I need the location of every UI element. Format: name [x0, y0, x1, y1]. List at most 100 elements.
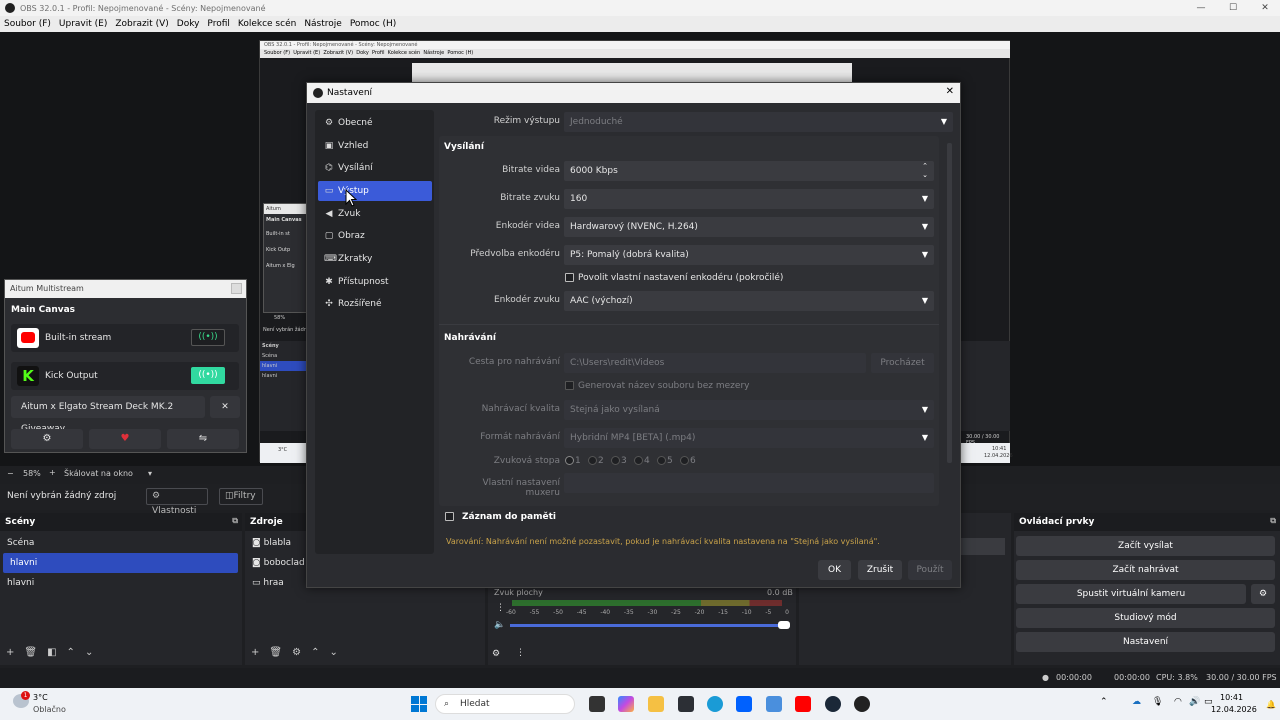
apply-button[interactable]: Použít: [908, 560, 952, 580]
replay-buffer-checkbox[interactable]: [445, 512, 454, 521]
volume-slider[interactable]: [510, 624, 790, 627]
notifications-icon[interactable]: 🔔: [1266, 700, 1276, 709]
settings-scrollbar[interactable]: [947, 143, 952, 463]
menu-file[interactable]: Soubor (F): [0, 19, 55, 29]
nav-output[interactable]: ▭ Výstup: [318, 181, 432, 201]
start-virtual-camera-button[interactable]: Spustit virtuální kameru: [1016, 584, 1246, 604]
chevron-down-icon[interactable]: ⌄: [329, 647, 337, 658]
menu-profile[interactable]: Profil: [203, 19, 233, 29]
clock-date[interactable]: 12.04.2026: [1211, 705, 1257, 714]
menu-help[interactable]: Pomoc (H): [346, 19, 401, 29]
menu-tools[interactable]: Nástroje: [300, 19, 346, 29]
steam-icon[interactable]: [825, 696, 841, 712]
mixer-menu-icon[interactable]: ⋮: [516, 648, 525, 658]
scene-item[interactable]: Scéna: [0, 533, 242, 553]
minimize-button[interactable]: —: [1186, 0, 1216, 16]
add-scene-icon[interactable]: +: [6, 647, 14, 658]
multistream-settings-button[interactable]: ⚙: [11, 429, 83, 449]
output-mode-select[interactable]: Jednoduché ▼: [564, 112, 953, 132]
rec-path-field[interactable]: C:\Users\redit\Videos: [564, 353, 866, 373]
task-view-icon[interactable]: [589, 696, 605, 712]
trash-icon[interactable]: 🗑: [24, 647, 37, 658]
gear-icon[interactable]: ⚙: [292, 647, 301, 658]
mixer-advanced-icon[interactable]: ⚙: [492, 649, 500, 659]
settings-close-button[interactable]: ✕: [946, 86, 954, 97]
taskbar-search[interactable]: ⌕ Hledat: [435, 694, 575, 714]
giveaway-output-button[interactable]: Aitum x Elgato Stream Deck MK.2 Giveaway: [11, 396, 205, 434]
ok-button[interactable]: OK: [818, 560, 851, 580]
encoder-preset-select[interactable]: P5: Pomalý (dobrá kvalita) ▼: [564, 245, 934, 265]
audio-bitrate-select[interactable]: 160 ▼: [564, 189, 934, 209]
trash-icon[interactable]: 🗑: [269, 647, 282, 658]
nav-advanced[interactable]: ✣ Rozšířené: [318, 294, 432, 314]
nav-accessibility[interactable]: ✱ Přístupnost: [318, 272, 432, 292]
microphone-icon[interactable]: 🎙: [1152, 697, 1163, 707]
file-explorer-icon[interactable]: [648, 696, 664, 712]
nav-video[interactable]: ▢ Obraz: [318, 226, 432, 246]
no-space-filename-checkbox[interactable]: [565, 381, 574, 390]
transition-select[interactable]: [959, 538, 1005, 555]
copilot-icon[interactable]: [618, 696, 634, 712]
store-icon[interactable]: [678, 696, 694, 712]
chevron-up-icon[interactable]: ⌃: [311, 647, 319, 658]
studio-mode-button[interactable]: Studiový mód: [1016, 608, 1275, 628]
close-button[interactable]: ✕: [1250, 0, 1280, 16]
undock-icon[interactable]: ⧉: [1270, 516, 1276, 526]
mail-icon[interactable]: [766, 696, 782, 712]
properties-button[interactable]: ⚙ Vlastnosti: [146, 488, 208, 516]
chevron-up-icon[interactable]: ⌃: [1100, 697, 1108, 707]
filters-button[interactable]: ◫Filtry: [219, 488, 263, 505]
chevron-up-icon[interactable]: ⌃: [67, 647, 75, 658]
track-radio[interactable]: [680, 456, 689, 465]
chevron-down-icon[interactable]: ⌄: [85, 647, 93, 658]
track-radio[interactable]: [611, 456, 620, 465]
nav-stream[interactable]: ⌬ Vysílání: [318, 158, 432, 178]
undock-icon[interactable]: ⧉: [232, 516, 238, 526]
multistream-donate-button[interactable]: ♥: [89, 429, 161, 449]
track-radio[interactable]: [657, 456, 666, 465]
windows-start-icon[interactable]: [411, 696, 427, 712]
track-radio[interactable]: [565, 456, 574, 465]
clock-time[interactable]: 10:41: [1220, 693, 1243, 702]
volume-slider-handle[interactable]: [778, 621, 790, 629]
onedrive-icon[interactable]: ☁: [1132, 697, 1141, 707]
volume-icon[interactable]: 🔊: [1189, 697, 1200, 707]
kick-output-toggle[interactable]: ((•)): [191, 367, 225, 384]
zoom-out-button[interactable]: −: [7, 469, 14, 478]
scene-item-selected[interactable]: hlavni: [3, 553, 238, 573]
multistream-float-button[interactable]: [231, 283, 242, 294]
browse-button[interactable]: Procházet: [871, 353, 934, 373]
nav-appearance[interactable]: ▣ Vzhled: [318, 136, 432, 156]
edge-icon[interactable]: [707, 696, 723, 712]
multistream-share-button[interactable]: ⇋: [167, 429, 239, 449]
builtin-stream-toggle[interactable]: ((•)): [191, 329, 225, 346]
scene-item[interactable]: hlavni: [0, 573, 242, 593]
start-streaming-button[interactable]: Začít vysílat: [1016, 536, 1275, 556]
muxer-field[interactable]: [564, 473, 934, 493]
add-source-icon[interactable]: +: [251, 647, 259, 658]
video-encoder-select[interactable]: Hardwarový (NVENC, H.264) ▼: [564, 217, 934, 237]
wifi-icon[interactable]: ◠: [1174, 697, 1182, 707]
giveaway-close-button[interactable]: ✕: [210, 396, 240, 418]
mixer-menu-icon[interactable]: ⋮: [496, 603, 505, 613]
spin-down-icon[interactable]: ⌄: [922, 165, 928, 185]
obs-taskbar-icon[interactable]: [854, 696, 870, 712]
scale-mode-select[interactable]: Škálovat na okno: [64, 469, 133, 478]
track-radio[interactable]: [634, 456, 643, 465]
filter-icon[interactable]: ◧: [47, 647, 56, 658]
speaker-icon[interactable]: 🔈: [494, 620, 505, 630]
menu-docks[interactable]: Doky: [173, 19, 204, 29]
virtual-camera-settings-button[interactable]: ⚙: [1251, 584, 1275, 604]
rec-format-select[interactable]: Hybridní MP4 [BETA] (.mp4) ▼: [564, 428, 934, 448]
custom-encoder-checkbox[interactable]: [565, 273, 574, 282]
track-radio[interactable]: [588, 456, 597, 465]
maximize-button[interactable]: ☐: [1218, 0, 1248, 16]
zoom-in-button[interactable]: +: [49, 468, 56, 477]
youtube-icon[interactable]: [795, 696, 811, 712]
settings-button[interactable]: Nastavení: [1016, 632, 1275, 652]
dropbox-icon[interactable]: [736, 696, 752, 712]
cancel-button[interactable]: Zrušit: [858, 560, 902, 580]
video-bitrate-spinbox[interactable]: 6000 Kbps ⌃ ⌄: [564, 161, 934, 181]
start-recording-button[interactable]: Začít nahrávat: [1016, 560, 1275, 580]
rec-quality-select[interactable]: Stejná jako vysílaná ▼: [564, 400, 934, 420]
